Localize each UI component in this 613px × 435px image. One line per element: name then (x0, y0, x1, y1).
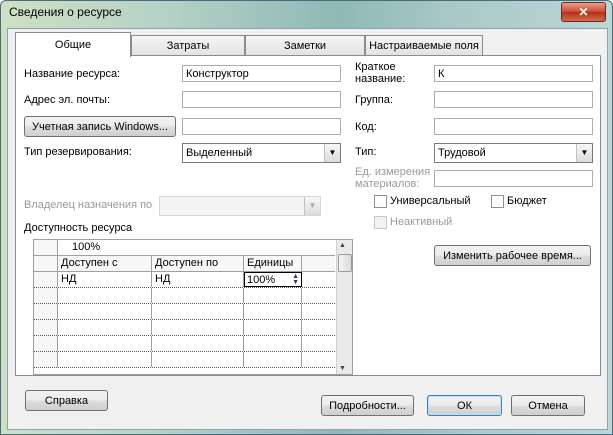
table-edit-value[interactable]: 100% (58, 240, 335, 255)
row-header-cell (34, 240, 58, 255)
dialog-client: Общие Затраты Заметки Настраиваемые поля… (7, 28, 608, 430)
cancel-button[interactable]: Отмена (511, 395, 585, 416)
windows-account-button[interactable]: Учетная запись Windows... (24, 116, 176, 137)
email-field[interactable] (182, 91, 341, 108)
cell-units[interactable] (244, 288, 302, 303)
cell-to[interactable] (152, 320, 244, 335)
code-label: Код: (355, 121, 377, 133)
table-row[interactable] (34, 304, 335, 320)
cell-to[interactable] (152, 352, 244, 367)
scroll-down-icon[interactable]: ▼ (339, 365, 346, 372)
cell-from[interactable] (58, 320, 152, 335)
tab-costs[interactable]: Затраты (131, 35, 245, 56)
scroll-up-icon[interactable]: ▲ (339, 242, 346, 249)
table-scrollbar[interactable]: ▲ ▼ (336, 240, 352, 374)
cell-to[interactable] (152, 336, 244, 351)
type-value: Трудовой (438, 147, 486, 159)
table-header: Доступен с Доступен по Единицы (34, 256, 335, 272)
tab-general[interactable]: Общие (15, 32, 131, 57)
details-button[interactable]: Подробности... (321, 395, 414, 416)
generic-checkbox[interactable] (374, 195, 387, 208)
window-title: Сведения о ресурсе (9, 5, 122, 19)
chevron-down-icon[interactable]: ▼ (324, 144, 340, 162)
generic-label: Универсальный (390, 195, 471, 207)
material-field[interactable] (434, 170, 593, 187)
cell-from[interactable]: НД (58, 272, 152, 287)
ok-button[interactable]: ОК (427, 395, 502, 416)
budget-label: Бюджет (507, 195, 547, 207)
cell-to[interactable] (152, 304, 244, 319)
type-select[interactable]: Трудовой ▼ (434, 143, 593, 163)
table-row[interactable] (34, 288, 335, 304)
scrollbar-thumb[interactable] (338, 254, 352, 272)
short-name-label: Краткое название: (355, 61, 406, 85)
cell-from[interactable] (58, 336, 152, 351)
column-header-to[interactable]: Доступен по (152, 256, 244, 271)
change-working-time-button[interactable]: Изменить рабочее время... (434, 245, 591, 266)
resource-name-field[interactable]: Конструктор (182, 65, 341, 82)
assignment-owner-select: ▼ (159, 196, 321, 216)
cell-to[interactable] (152, 288, 244, 303)
row-header-cell (34, 320, 58, 335)
table-edit-row: 100% (34, 240, 335, 256)
cell-units-value: 100% (247, 274, 276, 286)
cell-to[interactable]: НД (152, 272, 244, 287)
booking-type-select[interactable]: Выделенный ▼ (182, 143, 341, 163)
table-row[interactable]: НД НД 100% ▲ ▼ (34, 272, 335, 288)
close-button[interactable]: ✕ (561, 2, 606, 22)
table-row[interactable] (34, 320, 335, 336)
budget-checkbox[interactable] (491, 195, 504, 208)
column-header-units[interactable]: Единицы (244, 256, 302, 271)
cell-units[interactable] (244, 304, 302, 319)
cell-units[interactable] (244, 352, 302, 367)
booking-type-label: Тип резервирования: (24, 146, 132, 158)
inactive-label: Неактивный (390, 216, 453, 228)
row-header-cell (34, 288, 58, 303)
dialog-window: Сведения о ресурсе ✕ Общие Затраты Замет… (0, 0, 613, 435)
cell-from[interactable] (58, 288, 152, 303)
assignment-owner-label: Владелец назначения по (24, 199, 153, 211)
cell-units[interactable]: 100% ▲ ▼ (244, 272, 302, 287)
booking-type-value: Выделенный (186, 147, 253, 159)
inactive-checkbox (374, 216, 387, 229)
table-row[interactable] (34, 352, 335, 368)
row-header-cell (34, 352, 58, 367)
resource-name-label: Название ресурса: (24, 68, 121, 80)
email-label: Адрес эл. почты: (24, 94, 111, 106)
cell-from[interactable] (58, 304, 152, 319)
short-name-field[interactable]: К (434, 65, 593, 82)
group-label: Группа: (355, 94, 393, 106)
chevron-down-icon: ▼ (304, 197, 320, 215)
row-header-cell (34, 336, 58, 351)
chevron-down-icon[interactable]: ▼ (576, 144, 592, 162)
tab-notes[interactable]: Заметки (245, 35, 365, 56)
availability-table[interactable]: 100% Доступен с Доступен по Единицы НД Н… (33, 239, 353, 375)
code-field[interactable] (434, 118, 593, 135)
windows-account-field[interactable] (182, 118, 341, 135)
row-header-cell (34, 272, 58, 287)
help-button[interactable]: Справка (25, 390, 108, 411)
cell-from[interactable] (58, 352, 152, 367)
tab-custom-fields[interactable]: Настраиваемые поля (365, 35, 483, 56)
spinner-icon[interactable]: ▲ ▼ (292, 273, 299, 286)
cell-units[interactable] (244, 336, 302, 351)
row-header-corner (34, 256, 58, 271)
cell-units[interactable] (244, 320, 302, 335)
group-field[interactable] (434, 91, 593, 108)
table-row[interactable] (34, 336, 335, 352)
row-header-cell (34, 304, 58, 319)
type-label: Тип: (355, 146, 377, 158)
material-label: Ед. измерения материалов: (355, 166, 431, 190)
column-header-from[interactable]: Доступен с (58, 256, 152, 271)
availability-label: Доступность ресурса (24, 222, 133, 234)
